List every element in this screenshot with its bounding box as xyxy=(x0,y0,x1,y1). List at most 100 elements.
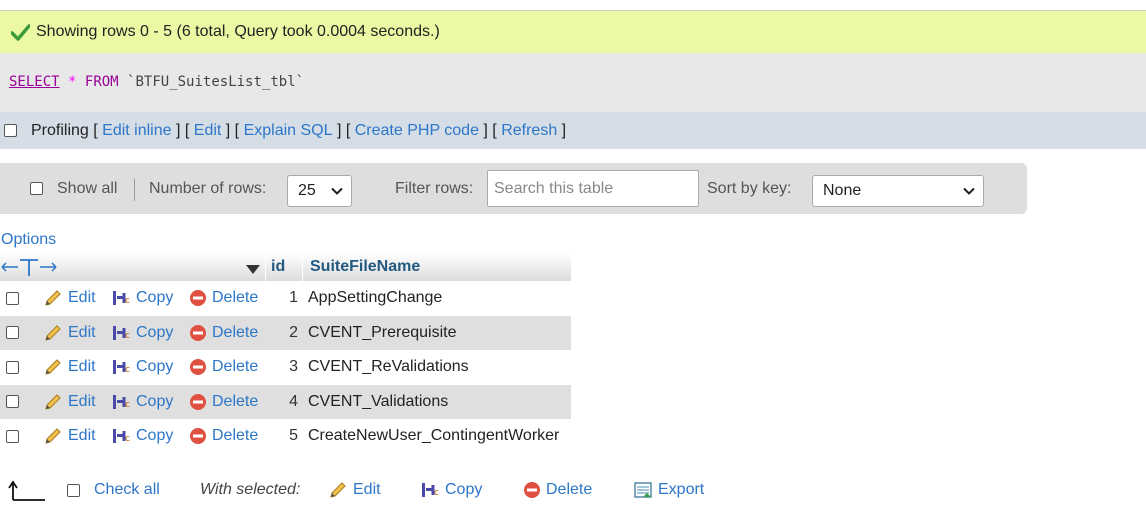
check-all-label[interactable]: Check all xyxy=(94,481,160,499)
bulk-copy-label: Copy xyxy=(445,481,483,498)
query-links-bar: Profiling [ Edit inline ] [ Edit ] [ Exp… xyxy=(0,112,1146,149)
row-edit-button[interactable]: Edit xyxy=(43,316,96,350)
table-navigation-bar: Show all Number of rows: 25 Filter rows:… xyxy=(0,163,1027,214)
row-edit-button[interactable]: Edit xyxy=(43,385,96,419)
row-delete-button[interactable]: Delete xyxy=(189,281,258,315)
row-edit-label: Edit xyxy=(68,427,96,444)
row-delete-button[interactable]: Delete xyxy=(189,350,258,384)
delete-icon xyxy=(190,393,206,410)
explain-sql-link[interactable]: Explain SQL xyxy=(244,122,333,140)
cell-id: 3 xyxy=(289,358,298,375)
sort-triangle-icon[interactable] xyxy=(246,262,260,280)
row-copy-label: Copy xyxy=(136,323,174,341)
pencil-icon xyxy=(45,324,61,341)
edit-inline-link[interactable]: Edit inline xyxy=(102,122,171,140)
row-edit-button[interactable]: Edit xyxy=(43,281,96,315)
show-all-checkbox[interactable] xyxy=(30,182,43,195)
cell-id: 2 xyxy=(289,323,298,341)
svg-text:c: c xyxy=(125,331,130,341)
row-copy-label: Copy xyxy=(136,289,174,306)
row-checkbox[interactable] xyxy=(6,395,19,408)
row-edit-button[interactable]: Edit xyxy=(43,419,96,453)
row-edit-label: Edit xyxy=(68,358,96,375)
row-copy-button[interactable]: c Copy xyxy=(111,419,173,453)
copy-icon: c xyxy=(113,394,130,410)
chevron-down-icon xyxy=(331,187,343,195)
copy-icon: c xyxy=(113,360,130,375)
sort-by-key-value: None xyxy=(823,182,862,199)
arrow-up-left-icon xyxy=(7,480,47,507)
row-checkbox[interactable] xyxy=(6,326,19,339)
delete-icon xyxy=(524,482,540,498)
bulk-edit-button[interactable]: Edit xyxy=(328,476,381,504)
sort-by-key-select[interactable]: None xyxy=(812,175,984,207)
create-php-code-link[interactable]: Create PHP code xyxy=(355,122,479,140)
row-copy-button[interactable]: c Copy xyxy=(111,281,173,315)
pencil-icon xyxy=(45,290,61,306)
check-icon xyxy=(11,23,30,41)
search-input[interactable] xyxy=(487,170,699,207)
sql-query-box: SELECT * FROM `BTFU_SuitesList_tbl` xyxy=(0,53,1146,112)
column-header-suitefilename[interactable]: SuiteFileName xyxy=(310,253,420,281)
sql-star: * xyxy=(68,74,77,90)
table-row: Edit c Copy Delete 5 CreateNewUser_Contingent… xyxy=(0,419,571,453)
svg-text:c: c xyxy=(125,365,130,375)
column-resize-icon[interactable] xyxy=(0,257,60,282)
bulk-copy-button[interactable]: c Copy xyxy=(420,476,482,504)
row-delete-label: Delete xyxy=(212,358,259,375)
row-copy-button[interactable]: c Copy xyxy=(111,385,173,419)
bulk-export-label: Export xyxy=(658,481,705,498)
row-edit-label: Edit xyxy=(68,323,96,341)
cell-suitefilename: AppSettingChange xyxy=(308,289,443,306)
sql-table-name: `BTFU_SuitesList_tbl` xyxy=(127,74,305,90)
bulk-export-button[interactable]: Export xyxy=(633,476,704,504)
header-separator xyxy=(302,253,303,281)
delete-icon xyxy=(190,324,206,341)
chevron-down-icon xyxy=(963,187,975,195)
svg-text:c: c xyxy=(125,434,130,444)
table-row: Edit c Copy Delete 4 CVENT_Validations xyxy=(0,384,571,419)
options-link[interactable]: Options xyxy=(1,231,56,249)
svg-text:c: c xyxy=(125,296,130,306)
row-checkbox[interactable] xyxy=(6,291,19,305)
filter-rows-label: Filter rows: xyxy=(395,179,474,197)
row-delete-label: Delete xyxy=(212,427,259,444)
svg-text:c: c xyxy=(125,400,130,410)
success-message: Showing rows 0 - 5 (6 total, Query took … xyxy=(0,11,1146,53)
success-text: Showing rows 0 - 5 (6 total, Query took … xyxy=(36,23,440,40)
number-of-rows-select[interactable]: 25 xyxy=(287,175,352,207)
with-selected-label: With selected: xyxy=(200,481,301,498)
row-edit-button[interactable]: Edit xyxy=(43,350,96,384)
copy-icon: c xyxy=(113,429,130,444)
sql-from-keyword: FROM xyxy=(84,74,119,90)
pencil-icon xyxy=(330,482,346,498)
row-delete-button[interactable]: Delete xyxy=(189,419,258,453)
table-row: Edit c Copy Delete 1 AppSettingChange xyxy=(0,281,571,315)
row-delete-button[interactable]: Delete xyxy=(189,316,258,350)
row-copy-button[interactable]: c Copy xyxy=(111,316,173,350)
row-checkbox[interactable] xyxy=(6,429,19,443)
number-of-rows-value: 25 xyxy=(298,182,316,199)
row-delete-button[interactable]: Delete xyxy=(189,385,258,419)
row-copy-button[interactable]: c Copy xyxy=(111,350,173,384)
cell-suitefilename: CVENT_Prerequisite xyxy=(308,323,457,341)
profiling-checkbox[interactable] xyxy=(4,124,17,137)
nav-separator xyxy=(134,179,135,201)
row-delete-label: Delete xyxy=(212,323,259,341)
sql-query: SELECT * FROM `BTFU_SuitesList_tbl` xyxy=(9,74,304,90)
bulk-delete-button[interactable]: Delete xyxy=(523,476,592,504)
cell-suitefilename: CVENT_Validations xyxy=(308,392,449,410)
profiling-label: Profiling xyxy=(31,121,89,139)
row-delete-label: Delete xyxy=(212,289,259,306)
sql-select-keyword[interactable]: SELECT xyxy=(9,74,60,90)
copy-icon: c xyxy=(113,325,130,341)
svg-text:c: c xyxy=(434,488,439,498)
edit-link[interactable]: Edit xyxy=(194,122,222,140)
column-header-id[interactable]: id xyxy=(271,253,285,281)
row-checkbox[interactable] xyxy=(6,360,19,374)
refresh-link[interactable]: Refresh xyxy=(501,122,557,140)
pencil-icon xyxy=(45,359,61,375)
check-all-checkbox[interactable] xyxy=(67,483,80,497)
sort-by-key-label: Sort by key: xyxy=(707,179,792,197)
show-all-label: Show all xyxy=(57,179,118,197)
